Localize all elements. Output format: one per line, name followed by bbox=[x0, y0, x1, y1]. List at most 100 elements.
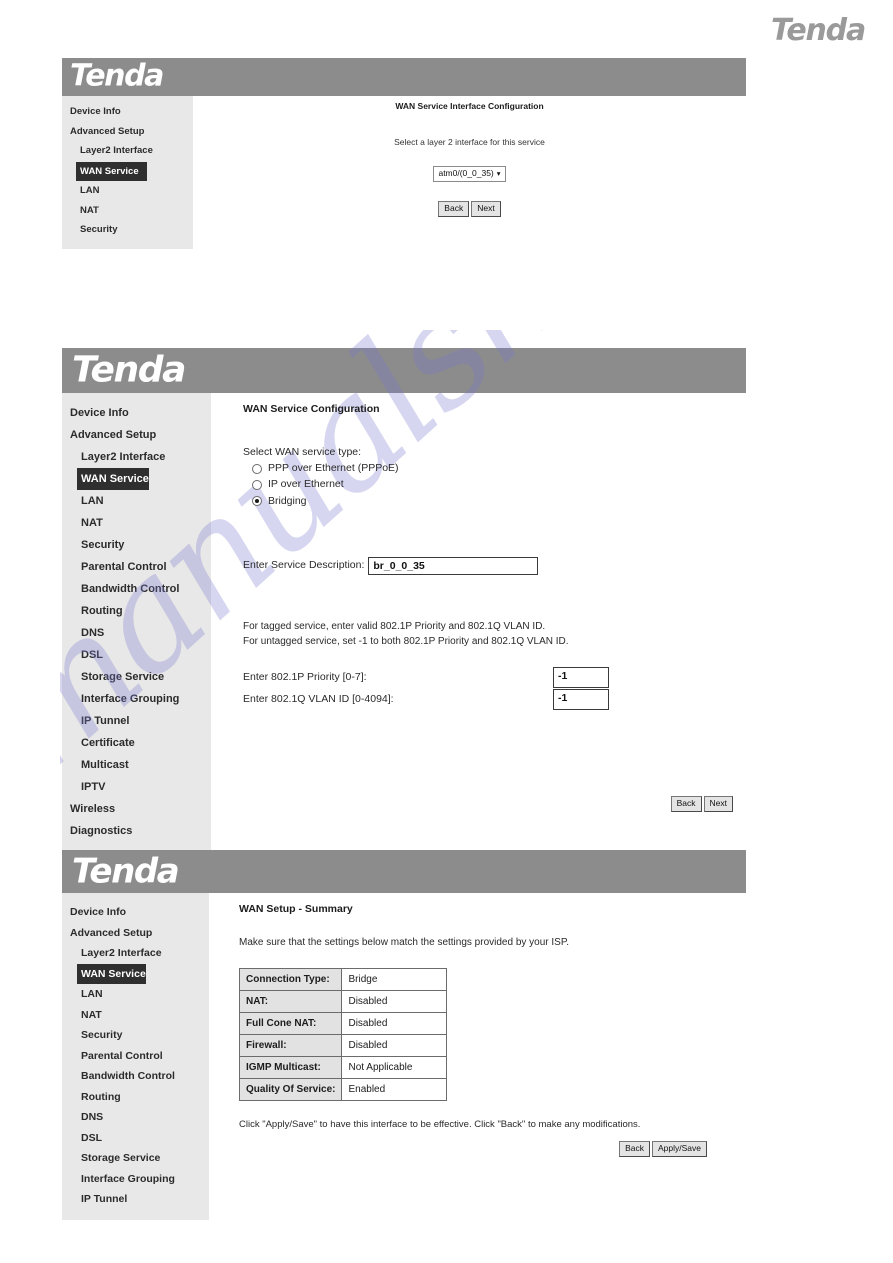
panel-body: Device Info Advanced Setup Layer2 Interfac… bbox=[62, 893, 746, 1220]
sidebar-item-parental-control[interactable]: Parental Control bbox=[62, 1046, 209, 1067]
priority-input[interactable]: -1 bbox=[553, 667, 609, 689]
service-type-option[interactable]: PPP over Ethernet (PPPoE) bbox=[252, 461, 746, 476]
sidebar-item-security[interactable]: Security bbox=[62, 220, 193, 240]
service-type-label-text: IP over Ethernet bbox=[268, 478, 344, 491]
vlan-id-label: Enter 802.1Q VLAN ID [0-4094]: bbox=[243, 693, 394, 706]
sidebar-item-diagnostics[interactable]: Diagnostics bbox=[62, 820, 211, 842]
summary-value: Disabled bbox=[341, 1012, 448, 1035]
summary-key: NAT: bbox=[238, 990, 343, 1013]
tenda-logo: Tenda bbox=[72, 348, 186, 390]
sidebar-item-routing[interactable]: Routing bbox=[62, 1087, 209, 1108]
service-type-label-text: PPP over Ethernet (PPPoE) bbox=[268, 462, 399, 475]
page-title: WAN Service Interface Configuration bbox=[395, 101, 544, 111]
summary-footnote: Click "Apply/Save" to have this interfac… bbox=[239, 1119, 641, 1130]
layer2-interface-value: atm0/(0_0_35) bbox=[438, 168, 494, 178]
sidebar-item-advanced-setup[interactable]: Advanced Setup bbox=[62, 122, 193, 142]
sidebar-item-bandwidth-control[interactable]: Bandwidth Control bbox=[62, 578, 211, 600]
sidebar-item-ip-tunnel[interactable]: IP Tunnel bbox=[62, 710, 211, 732]
sidebar: Device Info Advanced Setup Layer2 Interfac… bbox=[62, 893, 209, 1220]
panel-body: Device Info Advanced Setup Layer2 Interfac… bbox=[62, 96, 746, 249]
sidebar-item-advanced-setup[interactable]: Advanced Setup bbox=[62, 923, 209, 944]
sidebar: Device Info Advanced Setup Layer2 Interfac… bbox=[62, 393, 211, 854]
sidebar-item-storage-service[interactable]: Storage Service bbox=[62, 1148, 209, 1169]
vlan-id-row: Enter 802.1Q VLAN ID [0-4094]: -1 bbox=[243, 689, 746, 711]
sidebar-item-wan-service[interactable]: WAN Service bbox=[76, 161, 147, 181]
sidebar-item-dns[interactable]: DNS bbox=[62, 1107, 209, 1128]
summary-key: Firewall: bbox=[238, 1034, 343, 1057]
table-row: Quality Of Service: Enabled bbox=[238, 1078, 448, 1101]
sidebar-item-device-info[interactable]: Device Info bbox=[62, 402, 211, 424]
sidebar-item-wrap: WAN Service bbox=[62, 161, 193, 181]
back-button[interactable]: Back bbox=[438, 200, 470, 217]
panel-header: Tenda bbox=[62, 58, 746, 96]
vlan-id-input[interactable]: -1 bbox=[553, 689, 609, 711]
sidebar-item-storage-service[interactable]: Storage Service bbox=[62, 666, 211, 688]
sidebar-item-layer2-interface[interactable]: Layer2 Interface bbox=[62, 141, 193, 161]
radio-selected-icon[interactable] bbox=[252, 496, 262, 507]
sidebar-item-lan[interactable]: LAN bbox=[62, 490, 211, 512]
sidebar-item-iptv[interactable]: IPTV bbox=[62, 776, 211, 798]
sidebar-item-dsl[interactable]: DSL bbox=[62, 644, 211, 666]
sidebar-item-ip-tunnel[interactable]: IP Tunnel bbox=[62, 1189, 209, 1210]
radio-unselected-icon[interactable] bbox=[252, 480, 262, 491]
sidebar-item-layer2-interface[interactable]: Layer2 Interface bbox=[62, 446, 211, 468]
summary-value: Disabled bbox=[341, 990, 448, 1013]
sidebar-item-bandwidth-control[interactable]: Bandwidth Control bbox=[62, 1066, 209, 1087]
sidebar-item-nat[interactable]: NAT bbox=[62, 201, 193, 221]
sidebar-item-wrap: WAN Service bbox=[62, 963, 209, 984]
table-row: Firewall: Disabled bbox=[238, 1034, 448, 1057]
sidebar-item-dsl[interactable]: DSL bbox=[62, 1128, 209, 1149]
service-description-label: Enter Service Description: bbox=[243, 559, 365, 572]
sidebar-item-wan-service[interactable]: WAN Service bbox=[77, 963, 146, 984]
button-row: Back Apply/Save bbox=[239, 1138, 746, 1158]
sidebar-item-wireless[interactable]: Wireless bbox=[62, 798, 211, 820]
radio-unselected-icon[interactable] bbox=[252, 463, 262, 474]
service-type-radio-group: PPP over Ethernet (PPPoE) IP over Etherne… bbox=[243, 461, 746, 509]
service-type-option[interactable]: IP over Ethernet bbox=[252, 477, 746, 492]
next-button[interactable]: Next bbox=[471, 200, 501, 217]
sidebar-item-interface-grouping[interactable]: Interface Grouping bbox=[62, 1169, 209, 1190]
priority-row: Enter 802.1P Priority [0-7]: -1 bbox=[243, 667, 746, 689]
sidebar-item-security[interactable]: Security bbox=[62, 1025, 209, 1046]
layer2-interface-select[interactable]: atm0/(0_0_35) ▾ bbox=[433, 166, 506, 182]
sidebar-item-advanced-setup[interactable]: Advanced Setup bbox=[62, 424, 211, 446]
service-description-row: Enter Service Description: br_0_0_35 bbox=[243, 556, 746, 575]
sidebar-item-lan[interactable]: LAN bbox=[62, 181, 193, 201]
sidebar: Device Info Advanced Setup Layer2 Interfac… bbox=[62, 96, 193, 249]
summary-key: Connection Type: bbox=[238, 968, 343, 991]
sidebar-item-nat[interactable]: NAT bbox=[62, 1005, 209, 1026]
sidebar-item-device-info[interactable]: Device Info bbox=[62, 902, 209, 923]
service-type-label-text: Bridging bbox=[268, 494, 307, 507]
back-button[interactable]: Back bbox=[670, 795, 702, 812]
vlan-fields: Enter 802.1P Priority [0-7]: -1 Enter 80… bbox=[243, 667, 746, 711]
sidebar-item-security[interactable]: Security bbox=[62, 534, 211, 556]
sidebar-item-multicast[interactable]: Multicast bbox=[62, 754, 211, 776]
vlan-note-line-1: For tagged service, enter valid 802.1P P… bbox=[243, 620, 546, 632]
sidebar-item-nat[interactable]: NAT bbox=[62, 512, 211, 534]
main-content: WAN Service Configuration Select WAN ser… bbox=[211, 393, 746, 812]
vlan-note-line-2: For untagged service, set -1 to both 802… bbox=[243, 635, 569, 647]
tenda-logo: Tenda bbox=[70, 58, 164, 94]
service-type-option[interactable]: Bridging bbox=[252, 494, 746, 509]
sidebar-item-parental-control[interactable]: Parental Control bbox=[62, 556, 211, 578]
sidebar-item-layer2-interface[interactable]: Layer2 Interface bbox=[62, 943, 209, 964]
sidebar-item-interface-grouping[interactable]: Interface Grouping bbox=[62, 688, 211, 710]
sidebar-item-lan[interactable]: LAN bbox=[62, 984, 209, 1005]
summary-value: Not Applicable bbox=[341, 1056, 448, 1079]
vlan-note: For tagged service, enter valid 802.1P P… bbox=[243, 619, 746, 649]
router-ui-panel-wan-service-config: Tenda Device Info Advanced Setup Layer2 In… bbox=[62, 348, 746, 854]
chevron-down-icon: ▾ bbox=[496, 169, 501, 178]
table-row: NAT: Disabled bbox=[238, 990, 448, 1013]
apply-save-button[interactable]: Apply/Save bbox=[652, 1141, 707, 1158]
table-row: Connection Type: Bridge bbox=[238, 968, 448, 991]
sidebar-item-device-info[interactable]: Device Info bbox=[62, 102, 193, 122]
service-description-input[interactable]: br_0_0_35 bbox=[368, 556, 539, 575]
sidebar-item-wan-service[interactable]: WAN Service bbox=[77, 468, 149, 490]
summary-table: Connection Type: Bridge NAT: Disabled Full C… bbox=[238, 968, 448, 1101]
table-row: Full Cone NAT: Disabled bbox=[238, 1012, 448, 1035]
sidebar-item-certificate[interactable]: Certificate bbox=[62, 732, 211, 754]
next-button[interactable]: Next bbox=[703, 795, 733, 812]
sidebar-item-dns[interactable]: DNS bbox=[62, 622, 211, 644]
sidebar-item-routing[interactable]: Routing bbox=[62, 600, 211, 622]
back-button[interactable]: Back bbox=[619, 1141, 650, 1158]
